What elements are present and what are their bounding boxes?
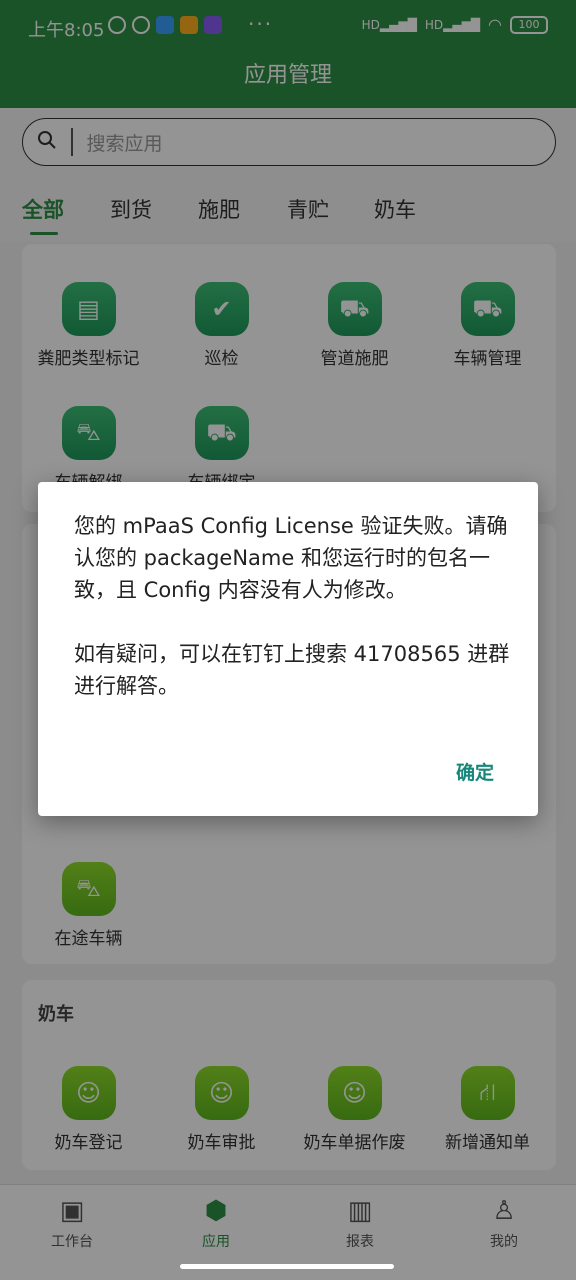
dialog-message: 您的 mPaaS Config License 验证失败。请确认您的 packa… xyxy=(74,514,510,698)
confirm-button[interactable]: 确定 xyxy=(456,758,494,785)
license-error-dialog: 您的 mPaaS Config License 验证失败。请确认您的 packa… xyxy=(38,482,538,816)
home-indicator[interactable] xyxy=(180,1264,394,1269)
